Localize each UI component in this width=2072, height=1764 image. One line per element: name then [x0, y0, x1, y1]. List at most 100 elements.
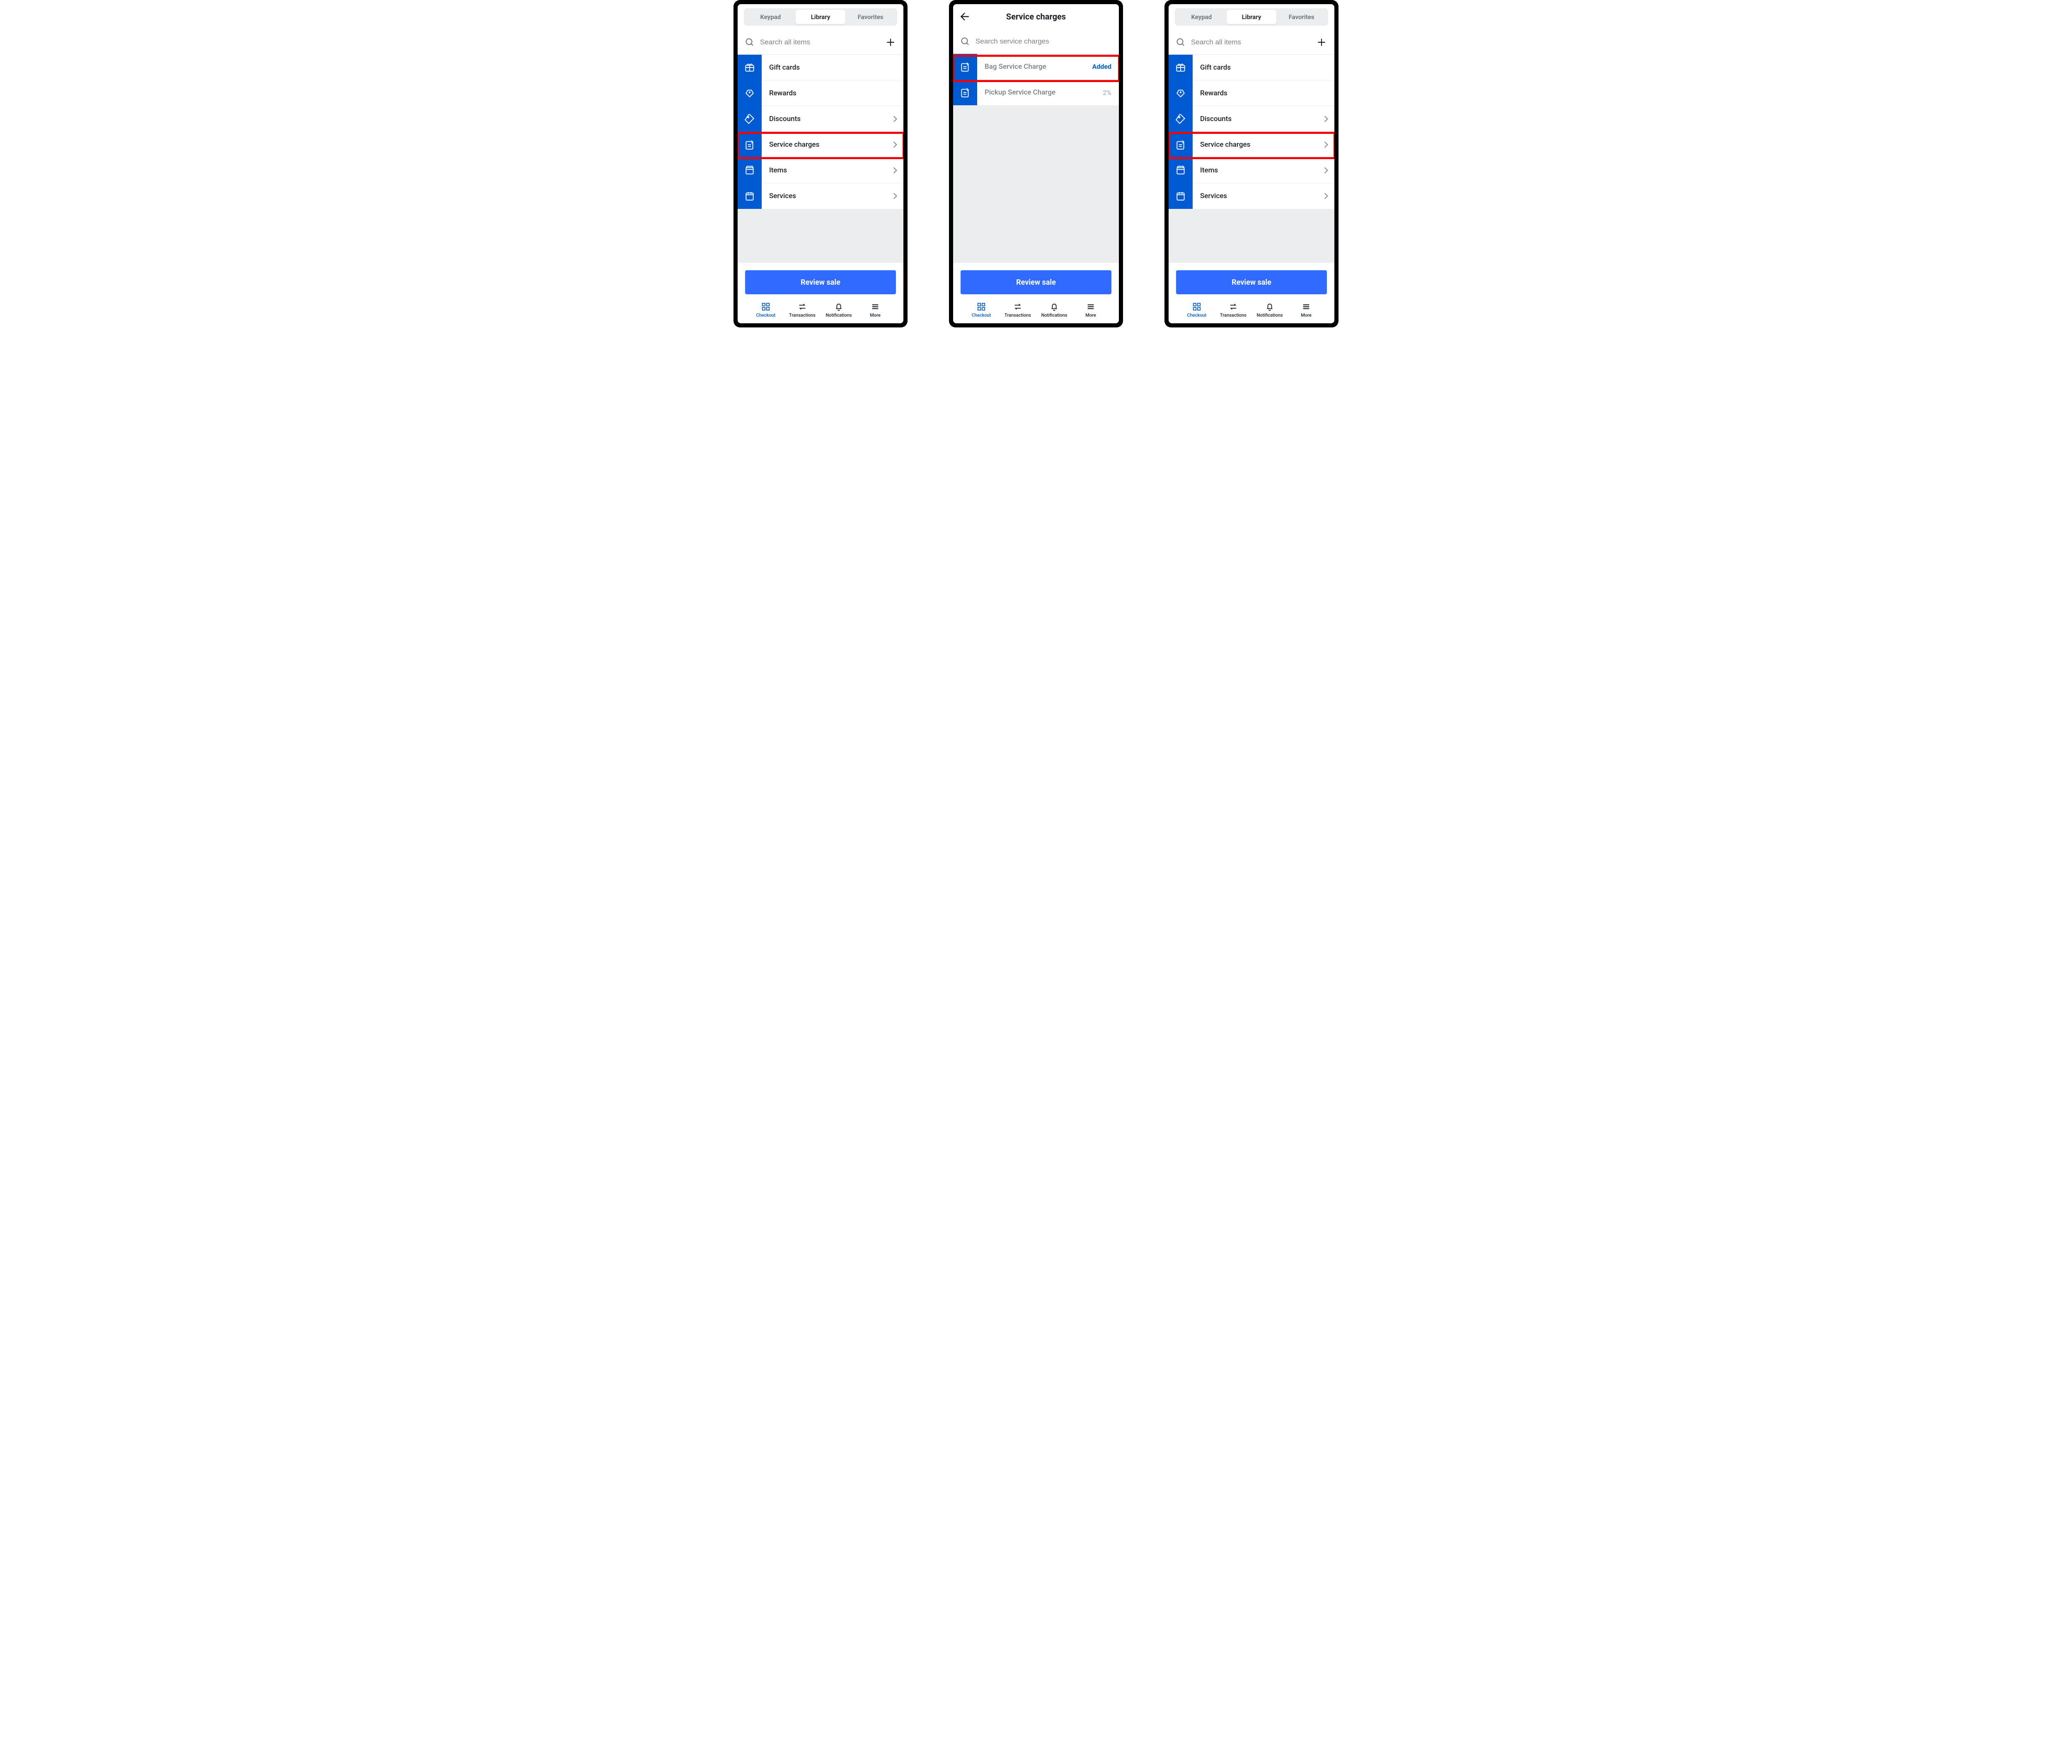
review-sale-button[interactable]: Review sale: [961, 270, 1111, 294]
library-row-rewards[interactable]: Rewards: [1169, 80, 1334, 106]
tab-favorites[interactable]: Favorites: [1276, 10, 1326, 24]
search-row: [953, 29, 1119, 54]
tab-label: Notifications: [825, 313, 852, 318]
tab-favorites[interactable]: Favorites: [845, 10, 896, 24]
notifications-icon: [1049, 302, 1059, 312]
tab-checkout[interactable]: Checkout: [963, 302, 1000, 318]
service-charges-icon: [738, 132, 762, 158]
rewards-icon: [1169, 80, 1193, 106]
library-list-area: Gift cards Rewards Discounts: [738, 55, 903, 263]
checkout-icon: [1192, 302, 1202, 312]
review-sale-button[interactable]: Review sale: [1176, 270, 1327, 294]
library-row-label: Services: [762, 183, 903, 209]
services-icon: [1169, 183, 1193, 209]
service-charge-status: 2%: [1103, 89, 1111, 97]
tab-transactions[interactable]: Transactions: [1215, 302, 1251, 318]
tab-library[interactable]: Library: [1227, 10, 1277, 24]
library-row-label: Items: [762, 158, 903, 183]
service-charge-name: Pickup Service Charge: [985, 88, 1055, 97]
service-charge-status: Added: [1092, 63, 1111, 70]
library-row-services[interactable]: Services: [738, 183, 903, 209]
add-item-button[interactable]: [884, 36, 897, 48]
tab-notifications[interactable]: Notifications: [1251, 302, 1288, 318]
library-row-service-charges[interactable]: Service charges: [1169, 132, 1334, 158]
chevron-right-icon: [1324, 192, 1329, 200]
search-input[interactable]: [760, 38, 879, 46]
service-charge-row-pickup[interactable]: Pickup Service Charge 2%: [953, 80, 1119, 105]
library-row-discounts[interactable]: Discounts: [738, 106, 903, 132]
tab-label: More: [1301, 313, 1312, 318]
search-input[interactable]: [975, 37, 1112, 46]
service-charge-name: Bag Service Charge: [985, 63, 1046, 71]
items-icon: [1169, 158, 1193, 183]
library-list-area: Gift cards Rewards Discounts: [1169, 55, 1334, 263]
tab-transactions[interactable]: Transactions: [1000, 302, 1036, 318]
review-sale-button[interactable]: Review sale: [745, 270, 896, 294]
search-row: [1169, 30, 1334, 55]
library-row-items[interactable]: Items: [1169, 158, 1334, 183]
tab-notifications[interactable]: Notifications: [821, 302, 857, 318]
segmented-control: Keypad Library Favorites: [1175, 8, 1328, 26]
tab-transactions[interactable]: Transactions: [784, 302, 821, 318]
tab-keypad[interactable]: Keypad: [746, 10, 796, 24]
tab-label: Notifications: [1256, 313, 1283, 318]
notifications-icon: [834, 302, 844, 312]
page-header: Service charges: [953, 4, 1119, 29]
segmented-header: Keypad Library Favorites: [738, 4, 903, 30]
library-row-label: Items: [1193, 158, 1334, 183]
transactions-icon: [1013, 302, 1023, 312]
library-row-label: Gift cards: [1193, 55, 1334, 80]
tab-library[interactable]: Library: [796, 10, 846, 24]
library-row-label: Discounts: [762, 106, 903, 132]
screen: Keypad Library Favorites Gift cards: [738, 4, 903, 323]
tab-keypad[interactable]: Keypad: [1176, 10, 1227, 24]
tab-label: Notifications: [1041, 313, 1067, 318]
gift-card-icon: [738, 55, 762, 80]
tab-label: Checkout: [972, 313, 991, 318]
search-row: [738, 30, 903, 55]
service-charge-icon: [953, 54, 977, 80]
library-row-services[interactable]: Services: [1169, 183, 1334, 209]
library-row-label: Service charges: [1193, 132, 1334, 158]
phone-frame: Keypad Library Favorites Gift cards: [733, 0, 908, 327]
bottom-bar: Review sale Checkout Transactions Notifi…: [953, 263, 1119, 323]
library-row-gift-cards[interactable]: Gift cards: [738, 55, 903, 80]
segmented-header: Keypad Library Favorites: [1169, 4, 1334, 30]
search-icon: [1175, 37, 1186, 48]
tab-more[interactable]: More: [1072, 302, 1109, 318]
tab-notifications[interactable]: Notifications: [1036, 302, 1072, 318]
bottom-bar: Review sale Checkout Transactions Notifi…: [1169, 263, 1334, 323]
chevron-right-icon: [1324, 167, 1329, 174]
service-charge-row-bag[interactable]: Bag Service Charge Added: [953, 54, 1119, 80]
library-list: Gift cards Rewards Discounts: [1169, 55, 1334, 209]
tab-bar: Checkout Transactions Notifications More: [961, 294, 1111, 323]
library-row-label: Rewards: [762, 80, 903, 106]
tab-more[interactable]: More: [1288, 302, 1324, 318]
tab-label: More: [1085, 313, 1096, 318]
library-row-rewards[interactable]: Rewards: [738, 80, 903, 106]
segmented-control: Keypad Library Favorites: [744, 8, 897, 26]
library-row-service-charges[interactable]: Service charges: [738, 132, 903, 158]
library-row-discounts[interactable]: Discounts: [1169, 106, 1334, 132]
notifications-icon: [1265, 302, 1275, 312]
rewards-icon: [738, 80, 762, 106]
back-button[interactable]: [959, 11, 971, 22]
tab-checkout[interactable]: Checkout: [748, 302, 784, 318]
service-charges-list-area: Bag Service Charge Added Pickup Service …: [953, 54, 1119, 263]
tab-bar: Checkout Transactions Notifications More: [1176, 294, 1327, 323]
library-row-label: Rewards: [1193, 80, 1334, 106]
library-row-items[interactable]: Items: [738, 158, 903, 183]
tab-more[interactable]: More: [857, 302, 893, 318]
transactions-icon: [797, 302, 807, 312]
tab-checkout[interactable]: Checkout: [1179, 302, 1215, 318]
library-list: Gift cards Rewards Discounts: [738, 55, 903, 209]
chevron-right-icon: [1324, 141, 1329, 148]
library-row-label: Gift cards: [762, 55, 903, 80]
page-title: Service charges: [1006, 12, 1066, 22]
more-icon: [1086, 302, 1096, 312]
search-input[interactable]: [1191, 38, 1310, 46]
search-icon: [960, 36, 971, 47]
add-item-button[interactable]: [1315, 36, 1328, 48]
library-row-gift-cards[interactable]: Gift cards: [1169, 55, 1334, 80]
services-icon: [738, 183, 762, 209]
